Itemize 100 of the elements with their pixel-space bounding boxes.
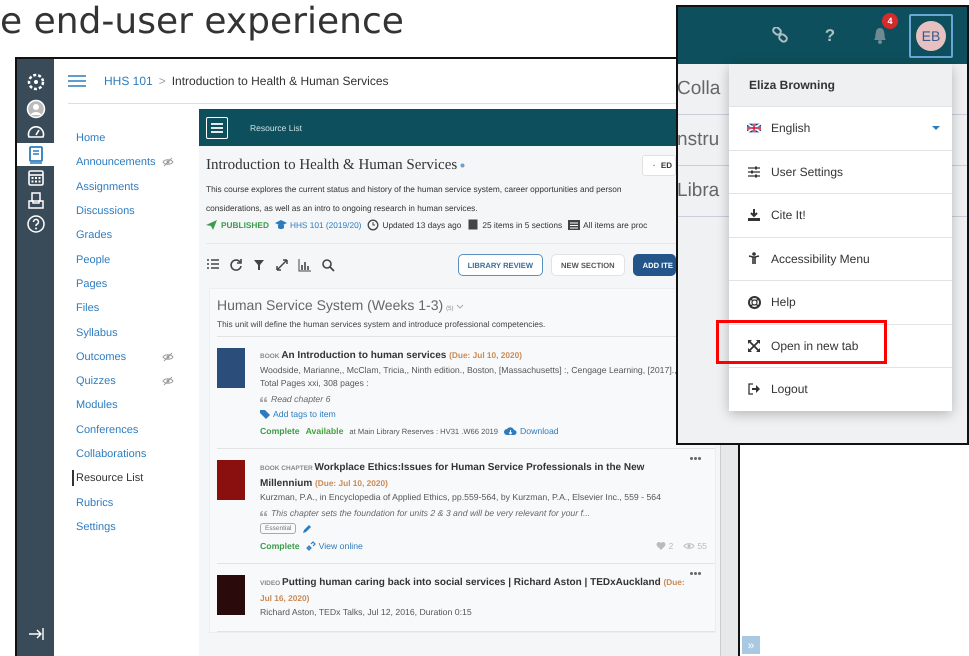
menu-item[interactable]: Open in new tab	[729, 324, 952, 367]
availability-text: Available	[306, 426, 344, 436]
course-description: This course explores the current status and history of the human service system, career opportunities and person	[206, 185, 622, 194]
user-name: Eliza Browning	[729, 64, 952, 106]
meta-text: 25 items in 5 sections	[482, 220, 562, 230]
caret-icon	[932, 126, 940, 130]
person-icon	[748, 252, 760, 266]
link-icon	[306, 541, 316, 551]
more-icon[interactable]	[690, 457, 701, 460]
meta-text: All items are proc	[583, 220, 648, 230]
add-tags-link[interactable]: Add tags to item	[260, 409, 336, 419]
download-link[interactable]: Download	[504, 426, 559, 436]
meta-text: HHS 101 (2019/20)	[290, 220, 362, 230]
course-nav-link[interactable]: Pages	[72, 276, 162, 292]
item-details: Kurzman, P.A., in Encyclopedia of Applied Ethics, pp.559-564, by Kurzman, P.A., Elsevier Inc., 559 - 564	[260, 491, 662, 504]
eye-icon	[683, 541, 696, 551]
course-nav-link[interactable]: People	[72, 252, 162, 268]
status-text: Complete	[260, 426, 300, 436]
view-online-link[interactable]: View online	[306, 541, 363, 551]
course-nav-link[interactable]: Announcements	[72, 154, 162, 170]
expand-arrows-icon	[748, 340, 760, 352]
flag-icon	[747, 123, 761, 134]
avatar-initials: EB	[916, 20, 946, 50]
menu-item[interactable]: Cite It!	[729, 193, 952, 236]
course-nav-link[interactable]: Outcomes	[72, 348, 162, 365]
menu-item[interactable]: User Settings	[729, 150, 952, 193]
course-nav-link[interactable]: Rubrics	[72, 494, 162, 511]
item-note: Read chapter 6	[271, 394, 330, 404]
account-icon	[26, 98, 46, 118]
course-nav-link[interactable]: Discussions	[72, 203, 162, 220]
menu-icon	[211, 122, 223, 132]
status-text: PUBLISHED	[221, 220, 269, 230]
expand-icon[interactable]	[275, 258, 289, 272]
send-icon	[206, 219, 218, 231]
course-nav-link[interactable]: Quizzes	[72, 373, 162, 390]
collapse-icon	[28, 626, 44, 642]
slide-title: e end-user experience	[0, 2, 404, 42]
edit-button[interactable]: ED	[642, 155, 676, 176]
views-count: 55	[697, 541, 707, 551]
clock-icon	[367, 219, 380, 231]
quote-icon	[260, 510, 267, 516]
lifebuoy-icon	[748, 296, 760, 309]
course-nav-link[interactable]: Collaborations	[72, 446, 162, 462]
help-button[interactable]: ?	[824, 26, 836, 46]
course-nav-link[interactable]: Grades	[72, 227, 162, 244]
book-cover-placeholder	[217, 348, 245, 388]
header-title: Resource List	[250, 122, 302, 132]
meta-text: Updated 13 days ago	[382, 220, 462, 230]
course-nav-link[interactable]: Modules	[72, 397, 162, 414]
menu-item[interactable]: Accessibility Menu	[729, 236, 952, 280]
breadcrumb-current: Introduction to Health & Human Services	[172, 74, 388, 88]
status-text: Complete	[260, 541, 300, 551]
course-description: considerations, as well as an intro to ongoing research in human services.	[206, 204, 478, 213]
avatar-button[interactable]: EB	[909, 14, 953, 58]
list-box-icon	[568, 219, 580, 231]
download-icon	[748, 209, 760, 222]
info-dot-icon	[460, 163, 466, 168]
menu-item[interactable]: English	[729, 106, 952, 150]
graduation-cap-icon	[274, 219, 287, 231]
logout-icon	[748, 383, 760, 396]
course-nav-link[interactable]: Syllabus	[72, 324, 162, 341]
course-nav-link[interactable]: Home	[72, 130, 162, 146]
logo-icon	[26, 72, 46, 92]
book-cover-placeholder	[217, 460, 245, 500]
list-title: Introduction to Health & Human Services	[206, 157, 458, 174]
bar-chart-icon[interactable]	[298, 258, 312, 272]
book-cover-placeholder	[217, 575, 245, 615]
bell-icon[interactable]	[872, 27, 888, 44]
course-nav-link[interactable]: Conferences	[72, 422, 162, 438]
course-nav-link[interactable]: Assignments	[72, 178, 162, 195]
tag-icon	[260, 410, 270, 418]
menu-icon	[68, 74, 86, 88]
item-details: Richard Aston, TEDx Talks, Jul 12, 2016, Duration 0:15	[260, 606, 473, 619]
item-details: Woodside, Marianne,, McClam, Tricia,, Ninth edition., Boston, [Massachusetts] :, Cengage Learning, [2017]., Total Pages xxi, 308 pages :	[260, 364, 678, 390]
more-icon[interactable]	[690, 572, 701, 575]
breadcrumb-link[interactable]: HHS 101	[104, 74, 153, 88]
list-icon[interactable]	[206, 258, 220, 272]
course-nav-link[interactable]: Settings	[72, 518, 162, 535]
menu-button[interactable]	[206, 116, 228, 138]
section-title: Human Service System (Weeks 1-3)	[217, 297, 444, 313]
calendar-icon	[26, 168, 46, 188]
notification-badge: 4	[882, 13, 898, 29]
refresh-icon[interactable]	[229, 258, 243, 272]
course-nav-link[interactable]: Resource List	[72, 470, 162, 486]
help-icon	[26, 214, 46, 234]
heart-icon	[656, 541, 666, 551]
menu-item[interactable]: Logout	[729, 367, 952, 410]
global-nav-item[interactable]	[17, 143, 54, 166]
filter-icon[interactable]	[252, 258, 266, 272]
breadcrumb-separator: >	[158, 74, 166, 88]
link-icon[interactable]	[772, 27, 788, 44]
search-icon[interactable]	[321, 258, 335, 272]
inbox-icon	[26, 190, 46, 210]
chevron-down-icon	[456, 304, 464, 310]
item-note: This chapter sets the foundation for units 2 & 3 and will be very relevant for your f...	[271, 508, 590, 518]
sliders-icon	[748, 166, 760, 178]
cloud-download-icon	[504, 426, 517, 436]
menu-item[interactable]: Help	[729, 280, 952, 324]
likes-count: 2	[668, 541, 674, 551]
course-nav-link[interactable]: Files	[72, 300, 162, 316]
